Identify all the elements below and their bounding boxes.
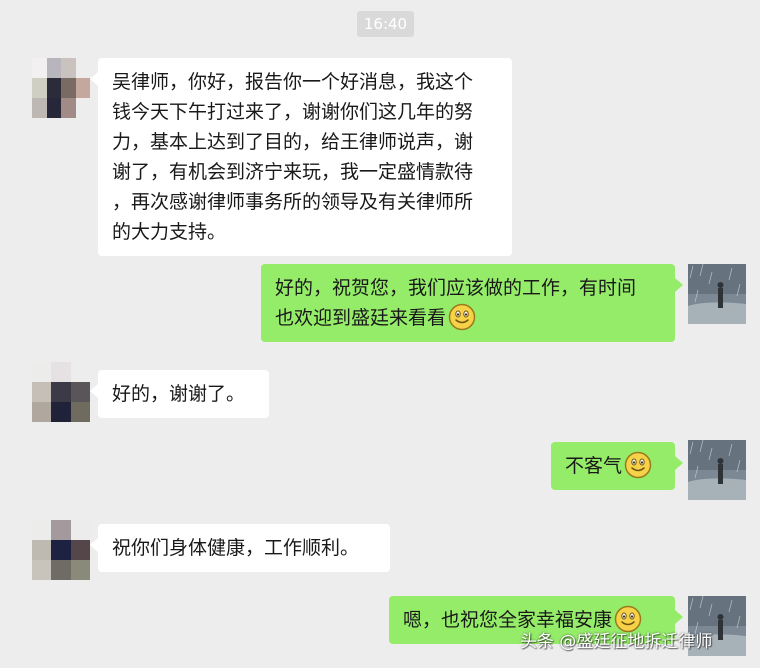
pixelated-avatar-image	[32, 362, 90, 422]
message-line: 好的，谢谢了。	[112, 383, 246, 405]
message-line: 的大力支持。	[112, 221, 227, 243]
message-line-with-emoji: 不客气	[565, 451, 661, 481]
message-line: 好的，祝贺您，我们应该做的工作，有时间	[275, 277, 637, 299]
rainy-figure-avatar-image	[688, 264, 746, 324]
contact-avatar[interactable]	[32, 58, 90, 118]
self-avatar[interactable]	[688, 440, 746, 500]
message-bubble[interactable]: 祝你们身体健康，工作顺利。	[90, 524, 390, 572]
watermark-label: 头条 @盛廷征地拆迁律师	[520, 632, 713, 652]
smiley-emoji-icon	[448, 303, 476, 331]
message-bubble[interactable]: 不客气	[551, 442, 683, 490]
chat-timestamp: 16:40	[357, 11, 414, 37]
contact-avatar[interactable]	[32, 362, 90, 422]
rainy-figure-avatar-image	[688, 440, 746, 500]
message-line: 吴律师，你好，报告你一个好消息，我这个	[112, 71, 474, 93]
message-line: ，再次感谢律师事务所的领导及有关律师所	[112, 191, 474, 213]
pixelated-avatar-image	[32, 58, 90, 118]
message-line: 也欢迎到盛廷来看看	[275, 307, 447, 329]
contact-avatar[interactable]	[32, 520, 90, 580]
message-line: 祝你们身体健康，工作顺利。	[112, 537, 360, 559]
message-line: 不客气	[565, 455, 623, 477]
message-line-with-emoji: 也欢迎到盛廷来看看	[275, 303, 661, 333]
message-line: 力，基本上达到了目的，给王律师说声，谢	[112, 131, 474, 153]
smiley-emoji-icon	[624, 451, 652, 479]
message-line: 谢了，有机会到济宁来玩，我一定盛情款待	[112, 161, 474, 183]
message-bubble[interactable]: 吴律师，你好，报告你一个好消息，我这个 钱今天下午打过来了，谢谢你们这几年的努 …	[90, 58, 512, 256]
message-line: 钱今天下午打过来了，谢谢你们这几年的努	[112, 101, 474, 123]
self-avatar[interactable]	[688, 264, 746, 324]
pixelated-avatar-image	[32, 520, 90, 580]
message-bubble[interactable]: 好的，谢谢了。	[90, 370, 269, 418]
message-bubble[interactable]: 好的，祝贺您，我们应该做的工作，有时间 也欢迎到盛廷来看看	[261, 264, 683, 342]
